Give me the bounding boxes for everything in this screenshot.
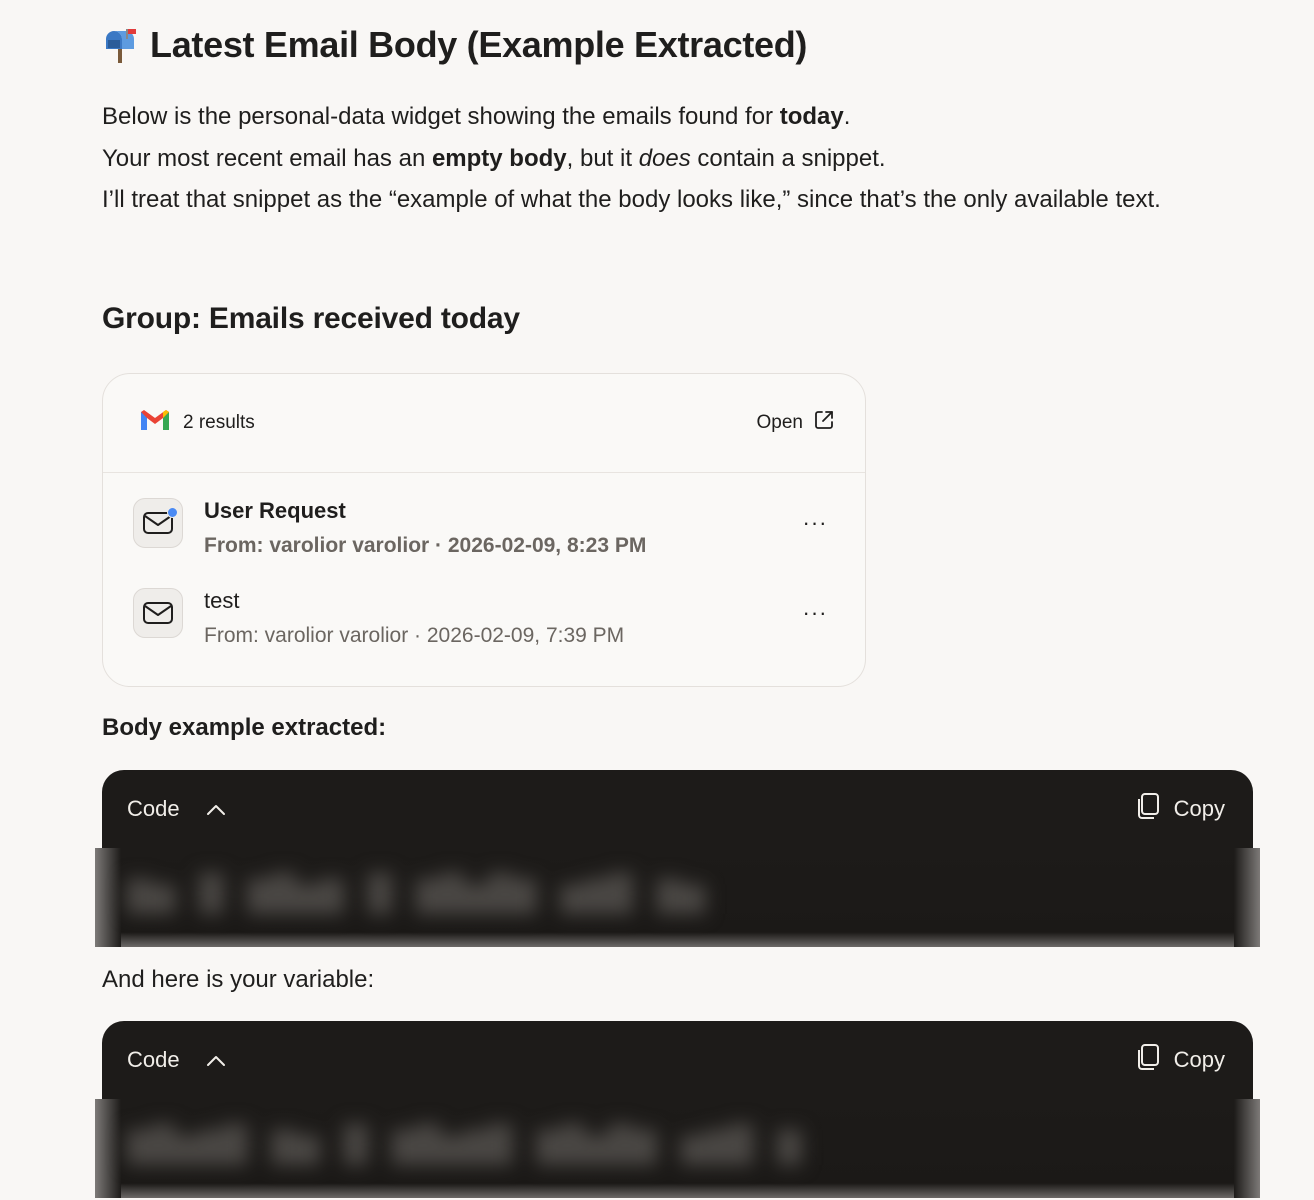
email-meta: From: varolior varolior · 2026-02-09, 7:…: [204, 624, 625, 647]
gmail-icon: [139, 408, 171, 438]
code-content-redacted: ▆▇▅▆▇ ▆▅ ▇ ▆▇▅▆▇ ▆▇▅▇▆ ▅▆▇ ▆: [95, 1099, 1260, 1198]
email-list-item[interactable]: User Request From: varolior varolior · 2…: [103, 494, 865, 574]
open-label: Open: [756, 412, 803, 433]
envelope-icon: [133, 498, 183, 548]
intro-line-2-bold: empty body: [431, 144, 567, 172]
page-title-text: Latest Email Body (Example Extracted): [150, 24, 808, 65]
more-options-button[interactable]: ···: [793, 598, 837, 628]
email-widget-header: 2 results Open: [103, 374, 865, 473]
group-heading: Group: Emails received today: [102, 302, 520, 335]
copy-label: Copy: [1173, 1047, 1225, 1072]
chevron-up-icon: [206, 796, 226, 822]
intro-line-3: I’ll treat that snippet as the “example …: [102, 186, 1161, 213]
mailbox-icon: [102, 27, 138, 63]
copy-button[interactable]: Copy: [1136, 1043, 1225, 1077]
variable-label: And here is your variable:: [102, 966, 375, 993]
copy-button[interactable]: Copy: [1136, 792, 1225, 826]
code-block: Code Copy ▆▇▅▆▇ ▆▅ ▇ ▆▇▅▆▇ ▆▇▅▇▆ ▅▆▇ ▆: [95, 1021, 1260, 1200]
code-collapse-toggle[interactable]: Code: [127, 796, 226, 822]
intro-paragraph: Below is the personal-data widget showin…: [102, 96, 1232, 221]
intro-line-2-end: contain a snippet.: [690, 144, 886, 172]
external-link-icon: [813, 409, 835, 437]
intro-line-1: Below is the personal-data widget showin…: [102, 96, 1232, 138]
intro-line-1-bold: today: [779, 103, 844, 130]
chevron-up-icon: [206, 1047, 226, 1073]
intro-line-1-text: Below is the personal-data widget showin…: [102, 103, 780, 130]
intro-line-2-mid: , but it: [566, 144, 639, 172]
intro-line-2-text: Your most recent email has an: [102, 144, 432, 172]
intro-line-1-end: .: [843, 103, 851, 130]
code-block-header: Code Copy: [102, 1021, 1253, 1099]
code-block: Code Copy ▆▅ ▇ ▆▇▅▆ ▇ ▆▇▅▇▆ ▅▆▇ ▆▅: [95, 770, 1260, 947]
redacted-code-text: ▆▅ ▇ ▆▇▅▆ ▇ ▆▇▅▇▆ ▅▆▇ ▆▅: [127, 868, 705, 914]
email-widget: 2 results Open User Request From: varoli…: [102, 373, 866, 687]
email-subject: User Request: [204, 498, 346, 523]
envelope-icon: [133, 588, 183, 638]
copy-label: Copy: [1173, 796, 1225, 821]
body-example-label: Body example extracted:: [102, 714, 387, 741]
code-content-redacted: ▆▅ ▇ ▆▇▅▆ ▇ ▆▇▅▇▆ ▅▆▇ ▆▅: [95, 848, 1260, 947]
copy-icon: [1136, 792, 1160, 826]
results-count: 2 results: [183, 412, 255, 433]
code-collapse-toggle[interactable]: Code: [127, 1047, 226, 1073]
intro-line-2-italic: does: [638, 144, 691, 172]
results-summary: 2 results: [139, 408, 255, 438]
more-options-button[interactable]: ···: [793, 508, 837, 538]
email-list-item[interactable]: test From: varolior varolior · 2026-02-0…: [103, 584, 865, 664]
email-meta: From: varolior varolior · 2026-02-09, 8:…: [204, 534, 647, 557]
page-title: Latest Email Body (Example Extracted): [102, 24, 807, 66]
email-subject: test: [204, 588, 240, 613]
code-label: Code: [127, 1047, 180, 1072]
redacted-code-text: ▆▇▅▆▇ ▆▅ ▇ ▆▇▅▆▇ ▆▇▅▇▆ ▅▆▇ ▆: [127, 1119, 802, 1165]
open-button[interactable]: Open: [757, 409, 835, 437]
intro-line-2: Your most recent email has an empty body…: [102, 138, 1232, 180]
copy-icon: [1136, 1043, 1160, 1077]
code-block-header: Code Copy: [102, 770, 1253, 848]
unread-indicator: [167, 507, 178, 518]
code-label: Code: [127, 796, 180, 821]
